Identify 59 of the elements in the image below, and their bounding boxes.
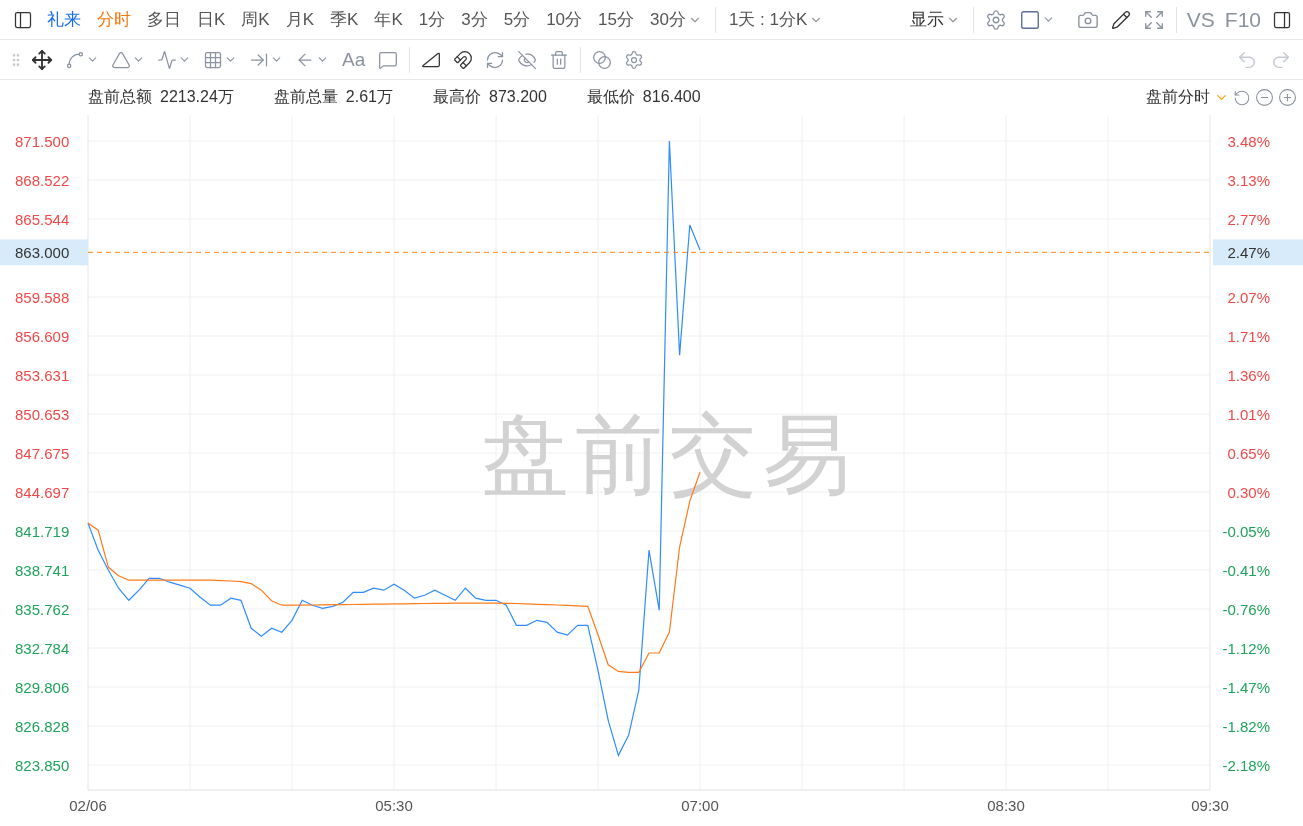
period-tab[interactable]: 月K	[278, 4, 322, 35]
current-price-label: 863.000	[15, 244, 70, 262]
display-dropdown[interactable]: 显示	[902, 4, 967, 35]
price-axis-label: 871.500	[15, 133, 70, 151]
period-tab[interactable]: 15分	[591, 4, 641, 35]
period-tab[interactable]: 5分	[496, 4, 538, 35]
stat-text: 盘前总额 2213.24万	[88, 87, 234, 107]
current-percent-label: 2.47%	[1227, 244, 1270, 262]
percent-axis-label: 1.01%	[1227, 406, 1270, 424]
percent-axis-label: 3.13%	[1227, 172, 1270, 190]
period-tab[interactable]: 日K	[190, 4, 233, 35]
period-tab[interactable]: 30分	[642, 4, 709, 35]
period-tab[interactable]: 1分	[411, 4, 453, 35]
percent-axis-label: -1.12%	[1222, 640, 1270, 657]
price-axis-label: 850.653	[15, 406, 70, 424]
period-tab[interactable]: 季K	[323, 4, 366, 35]
period-tab[interactable]: 年K	[367, 4, 410, 35]
range-dropdown[interactable]: 1天 : 1分K	[721, 4, 831, 35]
percent-axis-label: -0.41%	[1222, 562, 1270, 579]
time-axis-label: 08:30	[987, 797, 1025, 814]
percent-axis-label: 2.77%	[1227, 211, 1270, 229]
period-tab[interactable]: 多日	[140, 4, 188, 35]
price-axis-label: 832.784	[15, 640, 70, 657]
percent-axis-label: -1.47%	[1222, 679, 1270, 696]
stat-text: 盘前总量 2.61万	[273, 87, 393, 107]
price-axis-label: 868.522	[15, 172, 70, 190]
percent-axis-label: -1.82%	[1222, 718, 1270, 735]
price-axis-label: 835.762	[15, 601, 70, 618]
stat-text: 最高价 873.200	[433, 87, 547, 107]
price-axis-label: 829.806	[15, 679, 70, 696]
period-tab[interactable]: 10分	[539, 4, 590, 35]
price-axis-label: 823.850	[15, 757, 70, 774]
price-axis-label: 856.609	[15, 328, 70, 346]
percent-axis-label: -2.18%	[1222, 757, 1270, 774]
price-axis-label: 865.544	[15, 211, 70, 229]
session-dropdown[interactable]: 盘前分时	[1146, 87, 1229, 108]
price-axis-label: 838.741	[15, 562, 70, 579]
period-tab[interactable]: 周K	[234, 4, 277, 35]
percent-axis-label: 0.30%	[1227, 484, 1270, 501]
time-axis-label: 02/06	[69, 797, 107, 814]
period-tab[interactable]: 3分	[454, 4, 495, 35]
percent-axis-label: -0.05%	[1222, 523, 1270, 540]
percent-axis-label: 1.36%	[1227, 367, 1270, 385]
price-axis-label: 841.719	[15, 523, 70, 540]
percent-axis-label: 2.07%	[1227, 289, 1270, 307]
percent-axis-label: -0.76%	[1222, 601, 1270, 618]
price-axis-label: 859.588	[15, 289, 70, 307]
symbol-tab[interactable]: 礼来	[40, 4, 88, 35]
price-axis-label: 853.631	[15, 367, 70, 385]
percent-axis-label: 3.48%	[1227, 133, 1270, 151]
time-axis-label: 07:00	[681, 797, 719, 814]
percent-axis-label: 1.71%	[1227, 328, 1270, 346]
percent-axis-label: 0.65%	[1227, 445, 1270, 462]
time-axis-label: 05:30	[375, 797, 413, 814]
stat-text: 最低价 816.400	[586, 87, 701, 107]
price-axis-label: 847.675	[15, 445, 70, 462]
time-axis-label: 09:30	[1191, 797, 1229, 814]
price-axis-label: 826.828	[15, 718, 70, 735]
price-axis-label: 844.697	[15, 484, 70, 501]
